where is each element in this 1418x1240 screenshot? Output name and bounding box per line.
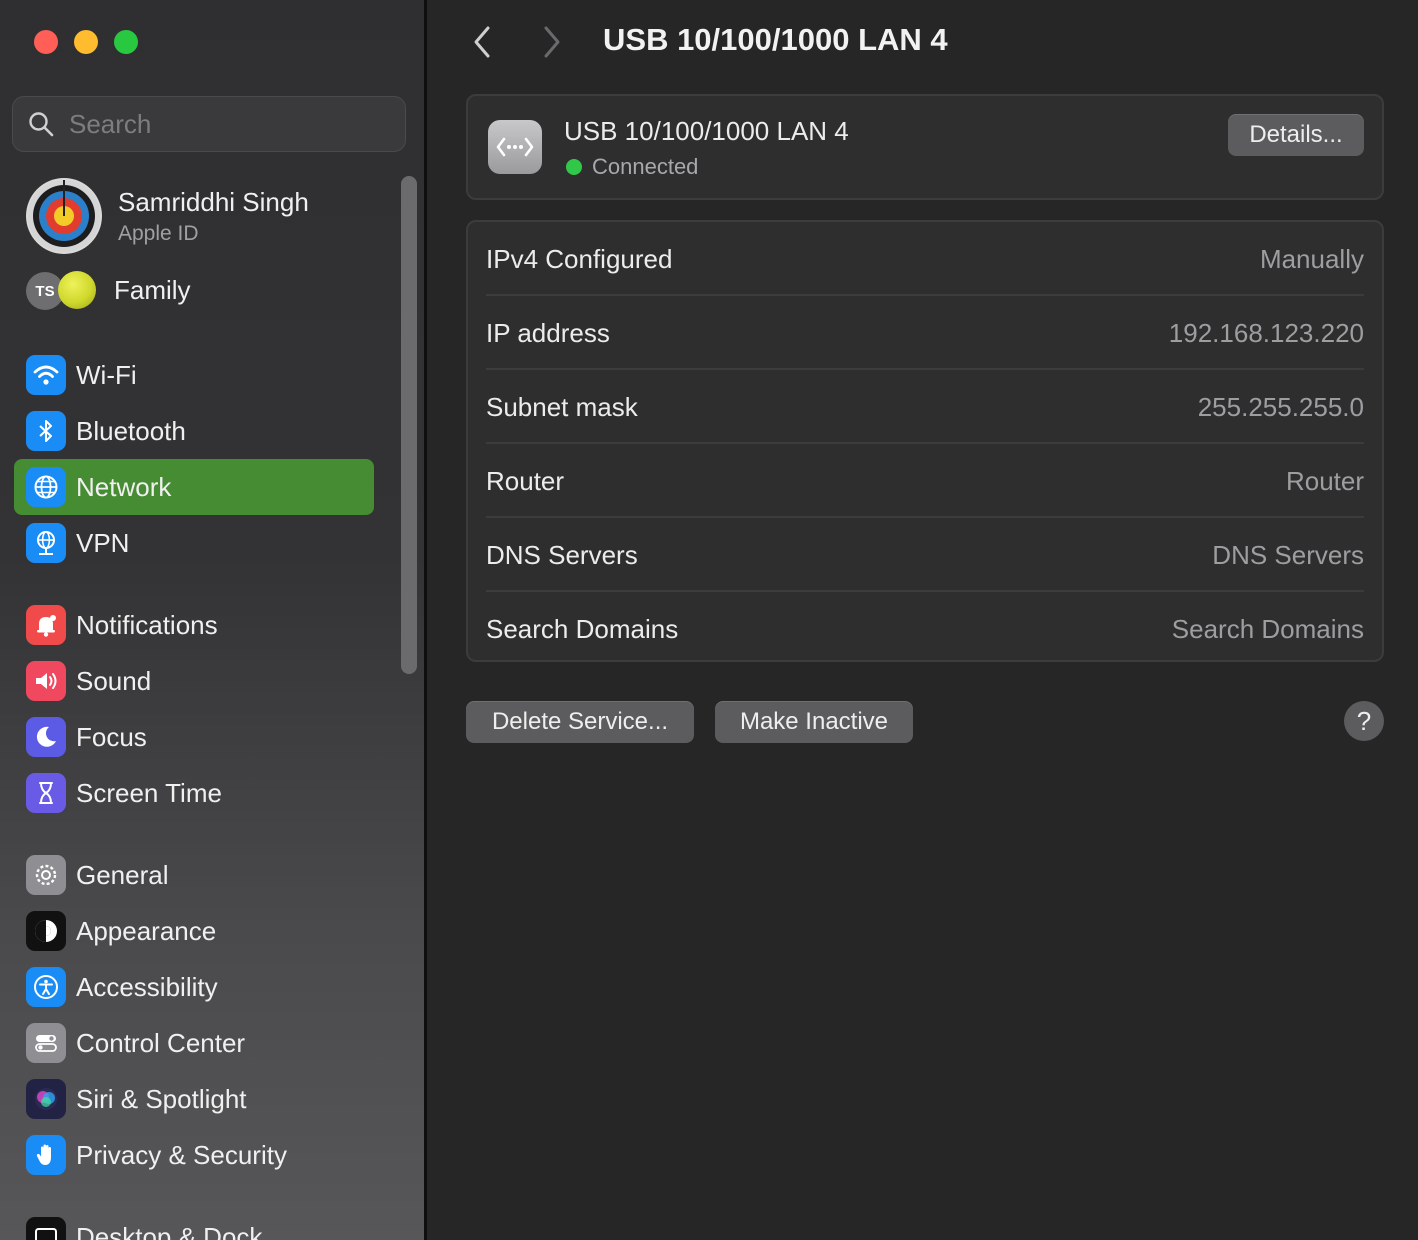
row-label: Subnet mask bbox=[486, 391, 638, 422]
row-value: 255.255.255.0 bbox=[1197, 391, 1364, 422]
row-label: Search Domains bbox=[486, 613, 679, 644]
bell-icon bbox=[26, 605, 66, 645]
sidebar-item-label: Network bbox=[76, 471, 172, 502]
delete-service-button[interactable]: Delete Service... bbox=[466, 701, 694, 743]
sidebar-item-notifications[interactable]: Notifications bbox=[14, 597, 374, 653]
sidebar-item-label: Bluetooth bbox=[76, 415, 186, 446]
page-title: USB 10/100/1000 LAN 4 bbox=[603, 22, 948, 57]
hand-icon bbox=[26, 1135, 66, 1175]
list-row-subnet-mask: Subnet mask 255.255.255.0 bbox=[486, 370, 1364, 444]
sidebar-item-label: Desktop & Dock bbox=[76, 1221, 263, 1240]
search-icon bbox=[29, 112, 54, 137]
list-row-dns-servers: DNS Servers DNS Servers bbox=[486, 518, 1364, 592]
target-avatar-icon bbox=[28, 180, 100, 252]
sidebar-item-label: Siri & Spotlight bbox=[76, 1083, 247, 1114]
hourglass-icon bbox=[26, 773, 66, 813]
sidebar-item-label: Control Center bbox=[76, 1027, 246, 1058]
row-label: DNS Servers bbox=[486, 539, 638, 570]
sidebar-item-general[interactable]: General bbox=[14, 847, 374, 903]
details-button[interactable]: Details... bbox=[1228, 114, 1364, 156]
row-value: Manually bbox=[1259, 243, 1364, 274]
sidebar-item-accessibility[interactable]: Accessibility bbox=[14, 959, 374, 1015]
gear-icon bbox=[26, 855, 66, 895]
row-value: Router bbox=[1285, 465, 1364, 496]
toggles-icon bbox=[26, 1023, 66, 1063]
accessibility-icon bbox=[26, 967, 66, 1007]
list-row-router: Router Router bbox=[486, 444, 1364, 518]
sidebar-item-desktop-dock[interactable]: Desktop & Dock bbox=[14, 1209, 374, 1240]
sidebar-item-screen-time[interactable]: Screen Time bbox=[14, 765, 374, 821]
sidebar-item-focus[interactable]: Focus bbox=[14, 709, 374, 765]
main-pane: USB 10/100/1000 LAN 4 USB 10/100/1000 LA… bbox=[427, 0, 1418, 1240]
service-name: USB 10/100/1000 LAN 4 bbox=[564, 116, 849, 146]
list-row-search-domains: Search Domains Search Domains bbox=[486, 592, 1364, 666]
row-value: DNS Servers bbox=[1212, 539, 1364, 570]
globe-icon bbox=[26, 467, 66, 507]
sidebar-item-bluetooth[interactable]: Bluetooth bbox=[14, 403, 374, 459]
row-value: Search Domains bbox=[1171, 613, 1364, 644]
sidebar-item-label: Sound bbox=[76, 665, 152, 696]
sidebar-item-appearance[interactable]: Appearance bbox=[14, 903, 374, 959]
window-controls bbox=[34, 30, 138, 54]
family-label: Family bbox=[114, 274, 191, 305]
tennis-ball-avatar bbox=[58, 271, 96, 309]
list-row-ipv4: IPv4 Configured Manually bbox=[486, 222, 1364, 296]
minimize-window-button[interactable] bbox=[74, 30, 98, 54]
sidebar-item-label: Screen Time bbox=[76, 777, 222, 808]
search-placeholder: Search bbox=[69, 108, 152, 139]
status-dot-icon bbox=[566, 159, 582, 175]
vpn-globe-icon bbox=[26, 523, 66, 563]
row-label: IP address bbox=[486, 317, 610, 348]
list-row-ip-address: IP address 192.168.123.220 bbox=[486, 296, 1364, 370]
sidebar-item-label: Appearance bbox=[76, 915, 217, 946]
forward-button[interactable] bbox=[537, 24, 567, 60]
help-button[interactable]: ? bbox=[1344, 701, 1384, 741]
service-status: Connected bbox=[566, 154, 698, 180]
sidebar-item-label: General bbox=[76, 859, 169, 890]
make-inactive-button[interactable]: Make Inactive bbox=[715, 701, 913, 743]
dock-icon bbox=[26, 1217, 66, 1240]
family-item[interactable]: TS Family bbox=[26, 270, 191, 310]
row-value: 192.168.123.220 bbox=[1168, 317, 1364, 348]
avatar bbox=[26, 178, 102, 254]
sidebar-item-label: Accessibility bbox=[76, 971, 218, 1002]
sidebar-item-control-center[interactable]: Control Center bbox=[14, 1015, 374, 1071]
service-header-card: USB 10/100/1000 LAN 4 Connected Details.… bbox=[466, 94, 1384, 200]
moon-icon bbox=[26, 717, 66, 757]
back-button[interactable] bbox=[467, 24, 497, 60]
sidebar-item-label: Focus bbox=[76, 721, 147, 752]
zoom-window-button[interactable] bbox=[114, 30, 138, 54]
apple-id-profile[interactable]: Samriddhi Singh Apple ID bbox=[26, 178, 309, 254]
chevron-left-icon bbox=[474, 26, 490, 58]
sidebar-item-siri-spotlight[interactable]: Siri & Spotlight bbox=[14, 1071, 374, 1127]
sidebar-item-network[interactable]: Network bbox=[14, 459, 374, 515]
family-avatars: TS bbox=[26, 270, 98, 310]
sidebar-item-vpn[interactable]: VPN bbox=[14, 515, 374, 571]
appearance-icon bbox=[26, 911, 66, 951]
sidebar-item-label: Wi-Fi bbox=[76, 359, 137, 390]
row-label: Router bbox=[486, 465, 565, 496]
close-window-button[interactable] bbox=[34, 30, 58, 54]
profile-name: Samriddhi Singh bbox=[118, 186, 309, 217]
chevron-right-icon bbox=[544, 26, 560, 58]
sidebar-item-privacy-security[interactable]: Privacy & Security bbox=[14, 1127, 374, 1183]
sidebar-item-label: VPN bbox=[76, 527, 130, 558]
sidebar-scrollbar[interactable] bbox=[401, 176, 417, 674]
row-label: IPv4 Configured bbox=[486, 243, 673, 274]
bluetooth-icon bbox=[26, 411, 66, 451]
speaker-icon bbox=[26, 661, 66, 701]
status-text: Connected bbox=[592, 154, 699, 179]
sidebar-item-wifi[interactable]: Wi-Fi bbox=[14, 347, 374, 403]
sidebar-item-label: Notifications bbox=[76, 609, 218, 640]
sidebar-item-sound[interactable]: Sound bbox=[14, 653, 374, 709]
search-field[interactable]: Search bbox=[12, 96, 406, 152]
ip-settings-list: IPv4 Configured Manually IP address 192.… bbox=[466, 220, 1384, 662]
wifi-icon bbox=[26, 355, 66, 395]
siri-icon bbox=[26, 1079, 66, 1119]
profile-subtitle: Apple ID bbox=[118, 221, 199, 245]
sidebar: Search Samriddhi Singh Apple ID TS Famil… bbox=[0, 0, 424, 1240]
sidebar-item-label: Privacy & Security bbox=[76, 1139, 287, 1170]
ethernet-icon bbox=[488, 120, 542, 174]
